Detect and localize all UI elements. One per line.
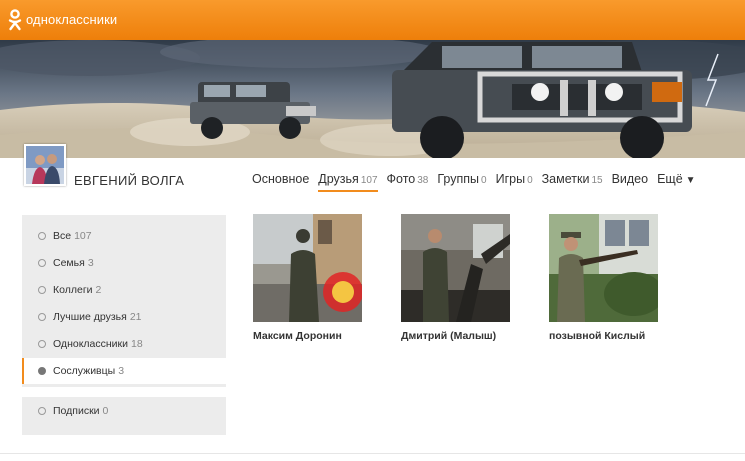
tab-count: 107: [360, 175, 378, 186]
sidebar-item-label: Все: [53, 230, 72, 242]
tab-more[interactable]: Ещё ▼: [657, 172, 695, 192]
tab-friends[interactable]: Друзья 107: [318, 172, 378, 192]
sidebar-item-all[interactable]: Все 107: [22, 223, 226, 249]
sidebar-item-label: Семья: [53, 257, 85, 269]
tab-count: 38: [417, 175, 429, 186]
avatar[interactable]: [24, 144, 66, 186]
sidebar-item-count: 3: [118, 365, 125, 377]
tab-label: Основное: [252, 172, 310, 186]
sidebar-item-count: 0: [102, 405, 109, 417]
tab-label: Видео: [611, 172, 649, 186]
radio-icon: [38, 340, 46, 348]
radio-selected-icon: [38, 367, 46, 375]
tab-label: Игры: [495, 172, 526, 186]
tab-count: 15: [591, 175, 603, 186]
friend-photo[interactable]: [401, 214, 510, 322]
friend-name[interactable]: позывной Кислый: [549, 330, 659, 342]
friend-photo[interactable]: [549, 214, 658, 322]
sidebar-item-count: 2: [95, 284, 102, 296]
sidebar-item-label: Сослуживцы: [53, 365, 116, 377]
tab-label: Заметки: [541, 172, 590, 186]
footer-divider: [0, 453, 745, 454]
tab-notes[interactable]: Заметки 15: [542, 172, 603, 192]
radio-icon: [38, 407, 46, 415]
sidebar-item-count: 107: [74, 230, 92, 242]
tab-video[interactable]: Видео: [612, 172, 649, 192]
sidebar-item-count: 18: [131, 338, 143, 350]
sidebar-item-label: Подписки: [53, 405, 100, 417]
profile-name: ЕВГЕНИЙ ВОЛГА: [74, 173, 185, 188]
tab-label: Ещё: [657, 172, 683, 186]
friend-photo[interactable]: [253, 214, 362, 322]
friend-card[interactable]: позывной Кислый: [549, 214, 659, 342]
tab-count: 0: [481, 175, 487, 186]
friends-filter-sidebar: Все 107 Семья 3 Коллеги 2 Лучшие друзья …: [22, 215, 226, 435]
sidebar-item-classmates[interactable]: Одноклассники 18: [22, 331, 226, 357]
sidebar-item-fellow-soldiers[interactable]: Сослуживцы 3: [22, 358, 226, 384]
friend-name[interactable]: Дмитрий (Малыш): [401, 330, 511, 342]
friend-card[interactable]: Дмитрий (Малыш): [401, 214, 511, 342]
radio-icon: [38, 286, 46, 294]
tab-label: Фото: [386, 172, 416, 186]
tab-games[interactable]: Игры 0: [496, 172, 533, 192]
top-bar: одноклассники: [0, 0, 745, 40]
sidebar-divider: [22, 387, 226, 397]
logo-text[interactable]: одноклассники: [26, 12, 117, 27]
tab-count: 0: [527, 175, 533, 186]
sidebar-item-label: Лучшие друзья: [53, 311, 127, 323]
sidebar-item-label: Коллеги: [53, 284, 93, 296]
tab-main[interactable]: Основное: [252, 172, 309, 192]
sidebar-item-label: Одноклассники: [53, 338, 129, 350]
friend-name[interactable]: Максим Доронин: [253, 330, 363, 342]
radio-icon: [38, 313, 46, 321]
caret-down-icon: ▼: [685, 175, 696, 186]
tab-photos[interactable]: Фото 38: [387, 172, 429, 192]
ok-logo-icon[interactable]: [8, 9, 22, 31]
sidebar-item-count: 21: [129, 311, 142, 323]
sidebar-item-family[interactable]: Семья 3: [22, 250, 226, 276]
tab-groups[interactable]: Группы 0: [437, 172, 486, 192]
profile-nav: Основное Друзья 107 Фото 38 Группы 0 Игры 0 …: [252, 172, 705, 192]
radio-icon: [38, 259, 46, 267]
radio-icon: [38, 232, 46, 240]
friend-card[interactable]: Максим Доронин: [253, 214, 363, 342]
profile-cover: [0, 40, 745, 158]
sidebar-item-subscriptions[interactable]: Подписки 0: [22, 398, 226, 424]
sidebar-item-count: 3: [87, 257, 94, 269]
sidebar-item-best-friends[interactable]: Лучшие друзья 21: [22, 304, 226, 330]
tab-label: Группы: [437, 172, 480, 186]
tab-label: Друзья: [318, 172, 359, 186]
sidebar-item-colleagues[interactable]: Коллеги 2: [22, 277, 226, 303]
